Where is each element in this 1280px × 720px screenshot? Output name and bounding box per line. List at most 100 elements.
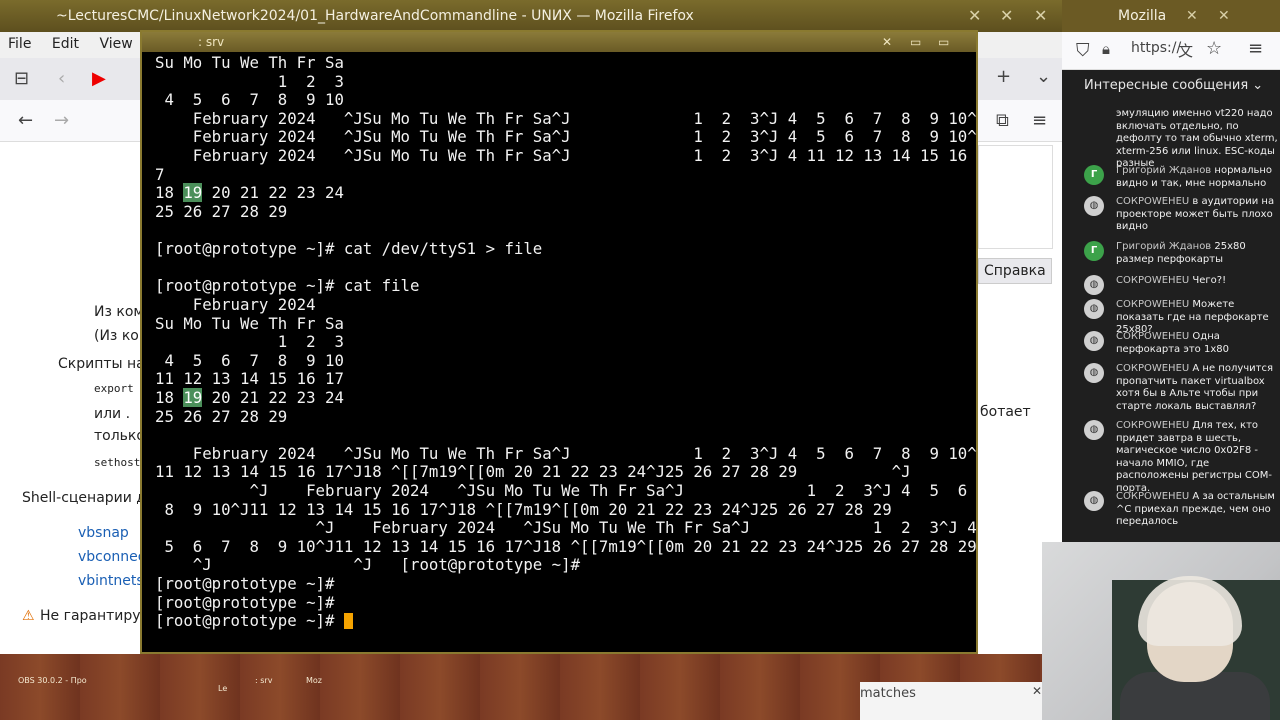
terminal-line: [root@prototype ~]#: [155, 574, 335, 594]
taskbar-item-lectures[interactable]: Le: [218, 684, 227, 693]
page-text: Из ком: [94, 304, 144, 320]
menu-file[interactable]: File: [0, 32, 39, 56]
minimize-icon[interactable]: ✕: [968, 0, 981, 32]
avatar: ◍: [1084, 331, 1104, 351]
terminal-line: 4 5 6 7 8 9 10: [155, 350, 344, 370]
extensions-icon[interactable]: ⧉: [996, 110, 1009, 131]
highlighted-date: 19: [183, 183, 203, 203]
close-icon[interactable]: ✕: [1034, 0, 1047, 32]
page-link[interactable]: vbintnets: [78, 573, 144, 589]
mozilla-titlebar: Mozilla ✕ ✕: [1062, 0, 1280, 32]
terminal-line: February 2024 ^JSu Mo Tu We Th Fr Sa^J 1…: [155, 443, 977, 463]
maximize-icon[interactable]: ✕: [1000, 0, 1013, 32]
page-text: только: [94, 428, 145, 444]
new-tab-icon[interactable]: +: [996, 66, 1011, 87]
terminal-output[interactable]: Su Mo Tu We Th Fr Sa 1 2 3 4 5 6 7 8 9 1…: [155, 54, 977, 654]
page-text: (Из ко: [94, 328, 139, 344]
menu-view[interactable]: View: [91, 32, 140, 56]
close-icon[interactable]: ✕: [1032, 684, 1042, 698]
bookmark-star-icon[interactable]: ☆: [1206, 38, 1222, 59]
avatar: Г: [1084, 241, 1104, 261]
terminal-line: 18 19 20 21 22 23 24: [155, 387, 344, 407]
terminal-line: ^J February 2024 ^JSu Mo Tu We Th Fr Sa^…: [155, 518, 977, 538]
terminal-line: [root@prototype ~]# cat file: [155, 276, 420, 296]
page-text: ботает: [980, 404, 1031, 420]
terminal-titlebar: : srv ✕ ▭ ▭: [142, 32, 976, 52]
terminal-line: February 2024 ^JSu Mo Tu We Th Fr Sa^J 1…: [155, 127, 977, 147]
terminal-line: 4 5 6 7 8 9 10: [155, 90, 344, 110]
avatar: ◍: [1084, 196, 1104, 216]
terminal-line: 7: [155, 164, 165, 184]
page-link[interactable]: vbsnap: [78, 525, 129, 541]
taskbar-item-obs[interactable]: OBS 30.0.2 - Про: [18, 676, 87, 685]
close-icon[interactable]: ✕: [1186, 0, 1198, 32]
chat-panel: Интересные сообщения ⌄ эмуляцию именно v…: [1062, 70, 1280, 542]
find-bar: matches ✕: [860, 682, 1042, 720]
terminal-line: February 2024 ^JSu Mo Tu We Th Fr Sa^J 1…: [155, 108, 977, 128]
terminal-line: 18 19 20 21 22 23 24: [155, 183, 344, 203]
maximize-icon[interactable]: ▭: [938, 32, 949, 52]
terminal-line: 11 12 13 14 15 16 17^J18 ^[[7m19^[[0m 20…: [155, 462, 911, 482]
terminal-line: 11 12 13 14 15 16 17: [155, 369, 344, 389]
page-link[interactable]: vbconnec: [78, 549, 146, 565]
terminal-line: 8 9 10^J11 12 13 14 15 16 17^J18 ^[[7m19…: [155, 499, 977, 519]
close-icon[interactable]: ✕: [882, 32, 892, 52]
taskbar-item-srv[interactable]: : srv: [255, 676, 272, 685]
tab-list-icon[interactable]: ⊟: [14, 68, 29, 89]
terminal-line: 25 26 27 28 29: [155, 406, 288, 426]
forward-icon[interactable]: →: [54, 110, 69, 131]
terminal-line: [root@prototype ~]# cat /dev/ttyS1 > fil…: [155, 239, 543, 259]
chat-header[interactable]: Интересные сообщения ⌄: [1084, 78, 1263, 93]
terminal-line: [root@prototype ~]#: [155, 592, 335, 612]
page-code: export: [94, 382, 134, 395]
avatar: ◍: [1084, 363, 1104, 383]
find-matches-label: matches: [860, 686, 916, 701]
terminal-line: February 2024: [155, 294, 316, 314]
terminal-line: February 2024 ^JSu Mo Tu We Th Fr Sa^J 1…: [155, 146, 977, 166]
lock-icon: 🔒︎: [1102, 40, 1110, 58]
avatar: ◍: [1084, 491, 1104, 511]
page-code: sethost: [94, 456, 141, 469]
terminal-line: Su Mo Tu We Th Fr Sa: [155, 54, 344, 72]
terminal-line: [root@prototype ~]#: [155, 612, 977, 631]
shield-icon[interactable]: ⛉: [1076, 40, 1090, 61]
terminal-line: 1 2 3: [155, 71, 344, 91]
page-box: [978, 145, 1053, 249]
highlighted-date: 19: [183, 387, 203, 407]
scroll-left-icon[interactable]: ‹: [58, 68, 65, 89]
youtube-icon[interactable]: ▶: [92, 68, 106, 89]
close-icon[interactable]: ✕: [1218, 0, 1230, 32]
terminal-line: ^J February 2024 ^JSu Mo Tu We Th Fr Sa^…: [155, 481, 977, 501]
terminal-title: : srv: [198, 35, 225, 49]
terminal-line: 5 6 7 8 9 10^J11 12 13 14 15 16 17^J18 ^…: [155, 536, 977, 556]
mozilla-window-title: Mozilla: [1118, 8, 1167, 24]
terminal-line: Su Mo Tu We Th Fr Sa: [155, 313, 344, 333]
terminal-cursor: [343, 613, 353, 630]
terminal-line: ^J ^J [root@prototype ~]#: [155, 555, 581, 575]
page-text: Shell-сценарии д: [22, 490, 146, 506]
help-button[interactable]: Справка: [978, 258, 1052, 284]
webcam-video: [1042, 542, 1280, 720]
chevron-down-icon[interactable]: ⌄: [1036, 66, 1051, 87]
terminal-line: 1 2 3: [155, 332, 344, 352]
page-text: Не гарантируе: [40, 608, 150, 624]
avatar: ◍: [1084, 299, 1104, 319]
page-left-fragment: Из ком (Из ко Скрипты на export или . то…: [0, 142, 149, 654]
warning-icon: ⚠: [22, 608, 35, 624]
url-field[interactable]: https://: [1131, 40, 1181, 56]
menu-icon[interactable]: ≡: [1248, 38, 1263, 59]
page-text: или .: [94, 406, 131, 422]
minimize-icon[interactable]: ▭: [910, 32, 921, 52]
avatar: ◍: [1084, 420, 1104, 440]
menu-edit[interactable]: Edit: [44, 32, 87, 56]
avatar: ◍: [1084, 275, 1104, 295]
terminal-window[interactable]: : srv ✕ ▭ ▭ Su Mo Tu We Th Fr Sa 1 2 3 4…: [140, 30, 978, 654]
avatar: Г: [1084, 165, 1104, 185]
back-icon[interactable]: ←: [18, 110, 33, 131]
taskbar-item-mozilla[interactable]: Moz: [306, 676, 322, 685]
menu-icon[interactable]: ≡: [1032, 110, 1047, 131]
page-text: Скрипты на: [58, 356, 145, 372]
